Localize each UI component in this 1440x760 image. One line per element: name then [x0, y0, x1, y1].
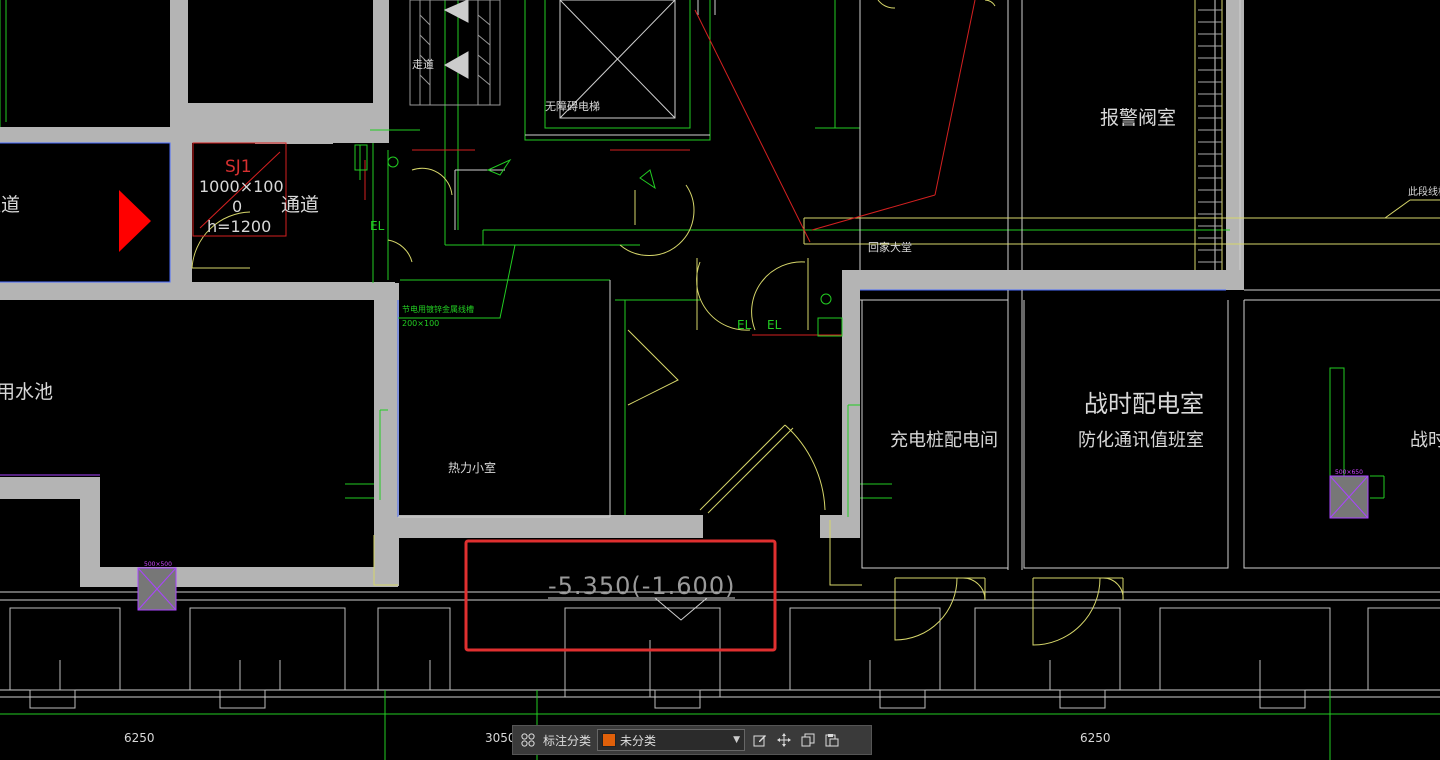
el-label-3: EL: [767, 318, 782, 332]
vent-size-left: 500×500: [144, 561, 172, 568]
sj1-size-a: 1000×100: [199, 177, 284, 196]
room-label-alarm-valve: 报警阀室: [1100, 107, 1176, 129]
dimension-left: 6250: [124, 731, 155, 745]
room-label-charging: 充电桩配电间: [890, 430, 998, 451]
cad-drawing-canvas[interactable]: 报警阀室 通道 通道 用水池 热力小室 充电桩配电间 战时配电室 防化通讯值班室…: [0, 0, 1440, 760]
room-label-walkway: 走道: [412, 57, 434, 71]
category-label: 标注分类: [543, 733, 592, 748]
room-label-wartime-right: 战时: [1410, 430, 1440, 451]
sj1-size-b: 0: [232, 197, 242, 216]
move-icon[interactable]: [775, 731, 793, 749]
category-value: 未分类: [620, 733, 657, 748]
room-label-corridor-left: 通道: [0, 194, 20, 216]
room-label-corridor-mid: 通道: [281, 194, 319, 216]
el-label-2: EL: [737, 318, 752, 332]
cable-tray-size: 200×100: [402, 319, 439, 328]
category-color-swatch: [602, 733, 617, 747]
room-label-elevator: 无障碍电梯: [545, 99, 600, 113]
sj1-tag: SJ1: [225, 157, 252, 177]
edit-icon[interactable]: [751, 731, 769, 749]
chevron-down-icon: ▼: [733, 735, 741, 745]
category-select[interactable]: 未分类 ▼: [597, 729, 746, 751]
room-label-heat-room: 热力小室: [448, 460, 496, 475]
el-label-1: EL: [370, 219, 385, 233]
room-label-lobby: 回家大堂: [868, 240, 912, 254]
grid-apps-icon[interactable]: [519, 731, 537, 749]
room-label-water-pool: 用水池: [0, 381, 53, 403]
dimension-mid: 3050: [485, 731, 516, 745]
room-label-wartime-substation: 战时配电室: [1084, 390, 1204, 418]
paste-icon[interactable]: [823, 731, 841, 749]
right-note: 此段线槽: [1408, 185, 1440, 198]
room-label-chem-duty: 防化通讯值班室: [1078, 430, 1204, 451]
copy-icon[interactable]: [799, 731, 817, 749]
cable-tray-note: 节电用镀锌金属线槽: [402, 304, 474, 314]
elevation-label: -5.350(-1.600): [548, 572, 735, 600]
annotation-toolbar: 标注分类 未分类 ▼: [512, 725, 872, 755]
dimension-right: 6250: [1080, 731, 1111, 745]
sj1-height: h=1200: [207, 217, 271, 236]
vent-size-right: 500×650: [1335, 469, 1363, 476]
